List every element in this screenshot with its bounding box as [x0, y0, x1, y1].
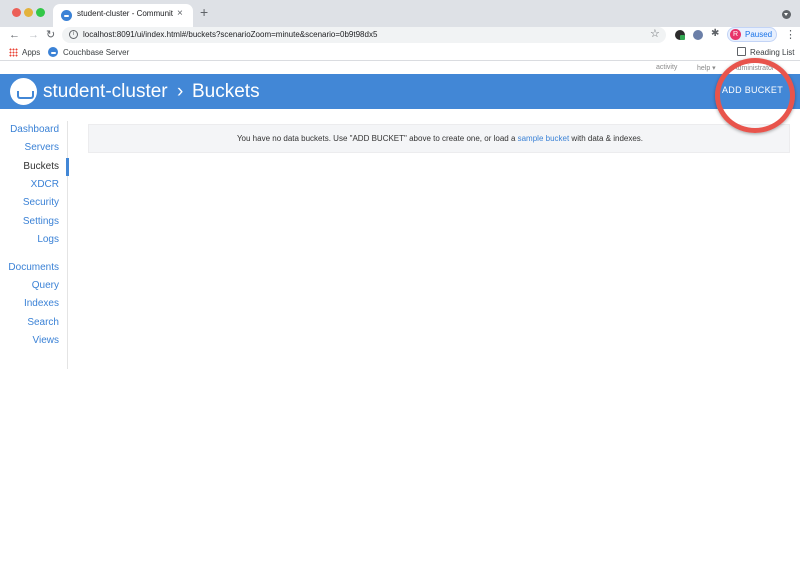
sidebar-item-views[interactable]: Views: [33, 335, 60, 346]
extension-icon[interactable]: [693, 30, 703, 40]
close-window-button[interactable]: [12, 8, 21, 17]
reload-icon[interactable]: ↻: [46, 27, 55, 43]
notice-text: You have no data buckets. Use "ADD BUCKE…: [89, 134, 791, 143]
sidebar-item-security[interactable]: Security: [23, 197, 59, 208]
active-indicator: [66, 158, 69, 176]
sample-bucket-link[interactable]: sample bucket: [518, 134, 570, 143]
sidebar-item-indexes[interactable]: Indexes: [24, 298, 59, 309]
notice-text-after: with data & indexes.: [569, 134, 644, 143]
browser-menu-icon[interactable]: ⋮: [785, 27, 796, 43]
bookmark-couchbase-server[interactable]: Couchbase Server: [63, 48, 129, 57]
page-title: Buckets: [192, 81, 260, 102]
sidebar-item-dashboard[interactable]: Dashboard: [10, 124, 59, 135]
reading-list-button[interactable]: Reading List: [750, 48, 794, 57]
sidebar-item-buckets[interactable]: Buckets: [23, 161, 59, 172]
minimize-window-button[interactable]: [24, 8, 33, 17]
couchbase-bookmark-icon: [48, 47, 58, 57]
extension-icon[interactable]: [675, 30, 685, 40]
highlight-circle: [715, 58, 795, 133]
sidebar-item-servers[interactable]: Servers: [25, 142, 59, 153]
forward-arrow-icon[interactable]: →: [28, 27, 39, 43]
sidebar-item-settings[interactable]: Settings: [23, 216, 59, 227]
back-arrow-icon[interactable]: ←: [9, 27, 20, 43]
profile-status: Paused: [745, 30, 773, 39]
zoom-window-button[interactable]: [36, 8, 45, 17]
sidebar-item-documents[interactable]: Documents: [8, 262, 59, 273]
apps-grid-icon[interactable]: [9, 48, 18, 57]
couchbase-logo-icon[interactable]: [10, 78, 37, 105]
breadcrumb-cluster[interactable]: student-cluster: [43, 81, 168, 103]
url-text[interactable]: localhost:8091/ui/index.html#/buckets?sc…: [83, 30, 377, 39]
bookmarks-bar: Apps Couchbase Server Reading List: [0, 44, 800, 61]
puzzle-extensions-icon[interactable]: ✱: [711, 28, 719, 39]
utility-bar: activity help ▾ Administrator ▾: [0, 62, 800, 74]
tab-search-icon[interactable]: [782, 10, 791, 19]
sidebar-nav: Dashboard Servers Buckets XDCR Security …: [0, 121, 69, 369]
browser-window: student-cluster - Community E × + ← → ↻ …: [0, 0, 800, 577]
reading-list-icon: [737, 47, 746, 56]
help-menu[interactable]: help ▾: [697, 64, 716, 72]
tab-title: student-cluster - Community E: [77, 9, 173, 18]
notice-text-before: You have no data buckets. Use "ADD BUCKE…: [236, 134, 518, 143]
profile-button[interactable]: R Paused: [727, 27, 777, 42]
sidebar-item-search[interactable]: Search: [27, 317, 59, 328]
new-tab-button[interactable]: +: [200, 5, 208, 19]
address-bar[interactable]: i localhost:8091/ui/index.html#/buckets?…: [62, 27, 666, 43]
sidebar-item-logs[interactable]: Logs: [37, 234, 59, 245]
breadcrumb-separator-icon: ›: [177, 81, 184, 102]
sidebar-item-query[interactable]: Query: [32, 280, 59, 291]
info-icon[interactable]: i: [69, 30, 78, 39]
browser-toolbar: ← → ↻ i localhost:8091/ui/index.html#/bu…: [0, 27, 800, 44]
empty-buckets-notice: You have no data buckets. Use "ADD BUCKE…: [88, 124, 790, 153]
couchbase-favicon-icon: [61, 10, 72, 21]
sidebar-item-xdcr[interactable]: XDCR: [31, 179, 59, 190]
avatar: R: [730, 29, 741, 40]
close-tab-icon[interactable]: ×: [177, 8, 183, 19]
browser-tab[interactable]: student-cluster - Community E ×: [53, 4, 193, 27]
app-header: student-cluster › Buckets ADD BUCKET: [0, 74, 800, 109]
tab-strip: student-cluster - Community E × +: [0, 0, 800, 27]
bookmark-star-icon[interactable]: ☆: [650, 28, 660, 41]
activity-link[interactable]: activity: [656, 64, 677, 71]
bookmark-apps[interactable]: Apps: [22, 48, 40, 57]
